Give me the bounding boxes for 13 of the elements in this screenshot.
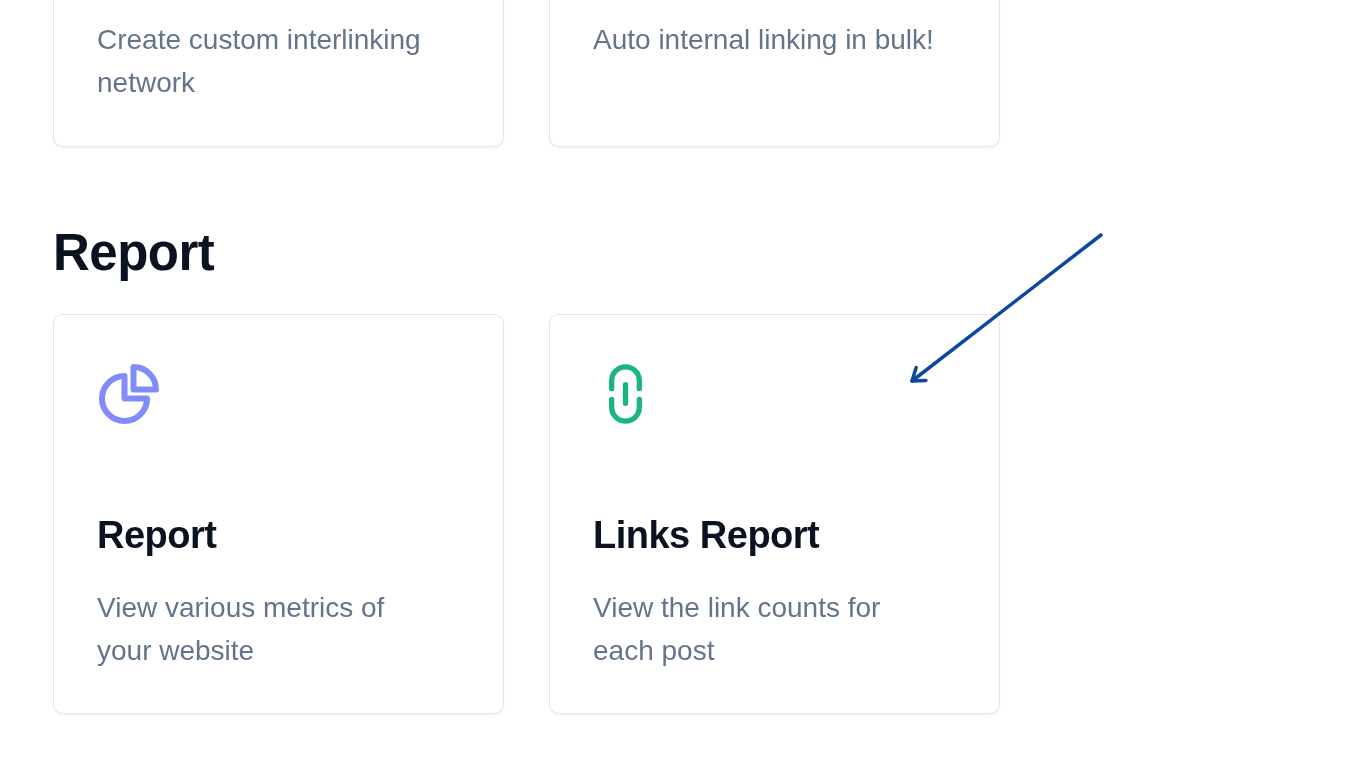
card-description: Create custom interlinking network [97, 23, 422, 100]
section-heading: Report [53, 223, 216, 283]
card-description: View the link counts for each post [593, 591, 882, 668]
link-icon [608, 364, 642, 424]
feature-card[interactable]: Auto internal linking in bulk! [549, 0, 1000, 147]
pie-chart-icon [99, 364, 159, 424]
feature-card[interactable]: Links Report View the link counts for each post [549, 314, 1000, 714]
card-description: Auto internal linking in bulk! [593, 23, 935, 57]
feature-card[interactable]: Create custom interlinking network [53, 0, 504, 147]
card-title: Report [97, 513, 218, 558]
card-description: View various metrics of your website [97, 591, 386, 668]
card-title: Links Report [593, 513, 821, 558]
feature-card[interactable]: Report View various metrics of your website [53, 314, 504, 714]
